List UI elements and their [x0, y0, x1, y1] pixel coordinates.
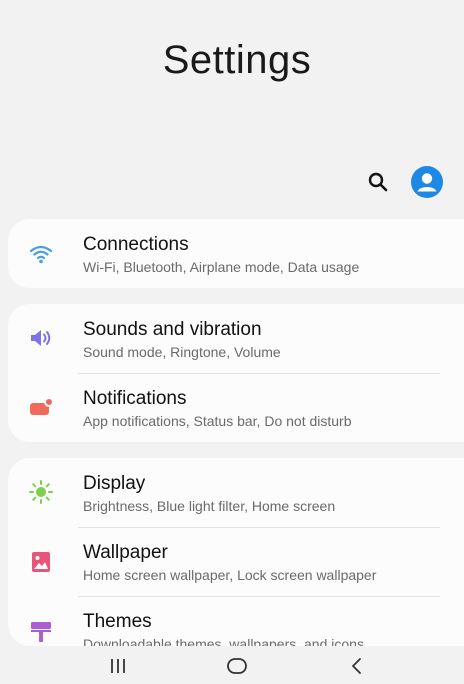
- recents-button[interactable]: [104, 654, 132, 678]
- themes-icon: [31, 622, 51, 642]
- settings-group-sound: Sounds and vibration Sound mode, Rington…: [8, 304, 464, 442]
- settings-item-wallpaper[interactable]: Wallpaper Home screen wallpaper, Lock sc…: [8, 527, 464, 596]
- settings-item-title: Connections: [83, 234, 189, 255]
- account-icon: [411, 166, 443, 198]
- settings-item-subtitle: Home screen wallpaper, Lock screen wallp…: [83, 567, 377, 583]
- wifi-icon: [29, 245, 53, 264]
- account-button[interactable]: [411, 166, 443, 198]
- home-icon: [227, 658, 247, 674]
- settings-item-notifications[interactable]: Notifications App notifications, Status …: [8, 373, 464, 442]
- settings-item-subtitle: Downloadable themes, wallpapers, and ico…: [83, 636, 364, 646]
- recents-icon: [111, 659, 125, 673]
- wallpaper-icon: [32, 552, 50, 572]
- settings-item-themes[interactable]: Themes Downloadable themes, wallpapers, …: [8, 596, 464, 646]
- settings-item-subtitle: App notifications, Status bar, Do not di…: [83, 413, 352, 429]
- settings-group-display: Display Brightness, Blue light filter, H…: [8, 458, 464, 646]
- search-icon: [368, 172, 388, 192]
- settings-item-title: Themes: [83, 611, 152, 632]
- settings-item-title: Notifications: [83, 388, 187, 409]
- settings-item-title: Sounds and vibration: [83, 319, 262, 340]
- page-title: Settings: [162, 38, 312, 82]
- navigation-bar: [0, 648, 464, 684]
- settings-item-sounds-and-vibration[interactable]: Sounds and vibration Sound mode, Rington…: [8, 304, 464, 373]
- settings-item-display[interactable]: Display Brightness, Blue light filter, H…: [8, 458, 464, 527]
- settings-item-subtitle: Wi-Fi, Bluetooth, Airplane mode, Data us…: [83, 259, 360, 275]
- notification-icon: [30, 397, 54, 415]
- speaker-icon: [31, 330, 51, 346]
- brightness-icon: [29, 480, 53, 504]
- settings-item-title: Wallpaper: [83, 542, 168, 563]
- settings-item-title: Display: [83, 473, 146, 494]
- settings-item-connections[interactable]: Connections Wi-Fi, Bluetooth, Airplane m…: [8, 219, 464, 288]
- home-button[interactable]: [223, 654, 251, 678]
- settings-item-subtitle: Sound mode, Ringtone, Volume: [83, 344, 281, 360]
- search-button[interactable]: [366, 170, 390, 194]
- settings-group-connections: Connections Wi-Fi, Bluetooth, Airplane m…: [8, 219, 464, 288]
- back-button[interactable]: [343, 654, 371, 678]
- settings-item-subtitle: Brightness, Blue light filter, Home scre…: [83, 498, 336, 514]
- back-icon: [352, 658, 361, 674]
